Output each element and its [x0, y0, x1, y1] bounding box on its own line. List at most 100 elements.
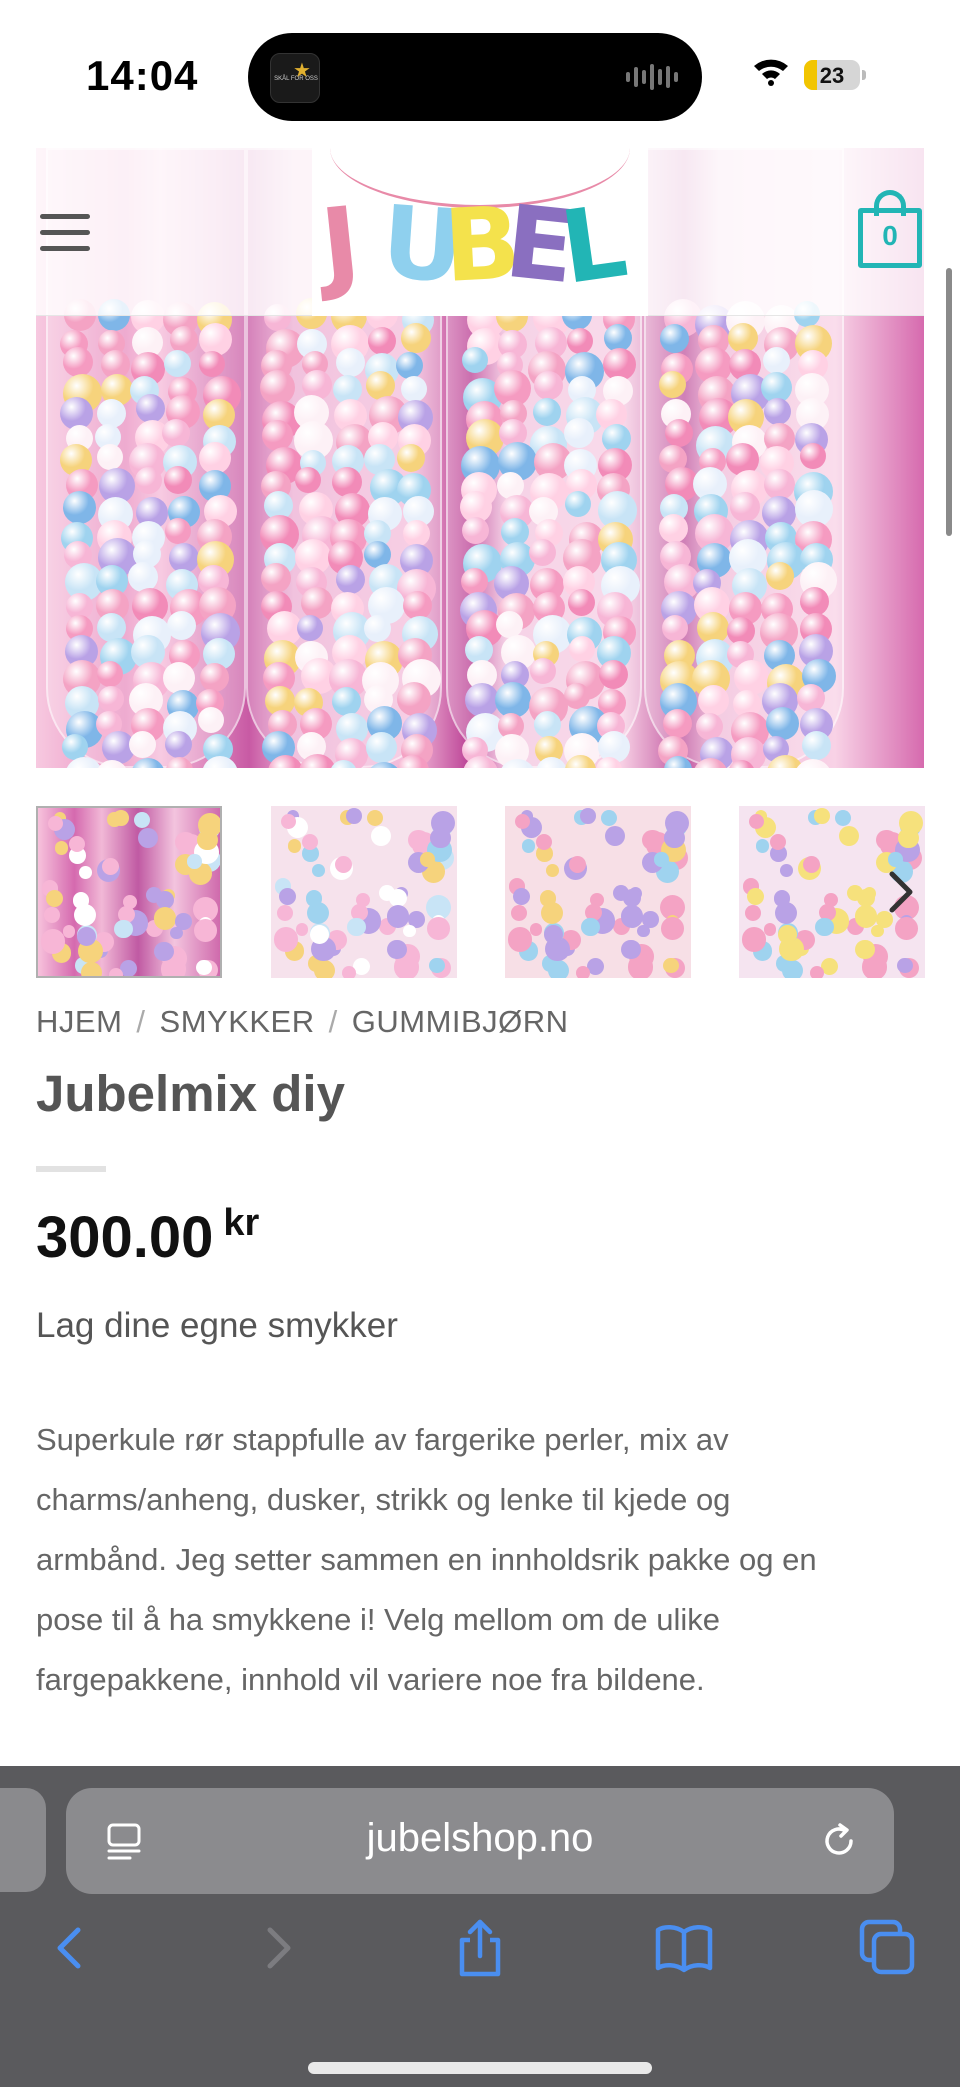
bead: [368, 326, 397, 355]
now-playing-app-icon: ★ SKÅL FOR OSS: [270, 53, 320, 103]
bead: [135, 394, 165, 424]
thumbnail-bead: [76, 926, 96, 946]
back-icon[interactable]: [40, 1918, 100, 1978]
description-line: Superkule rør stappfulle av fargerike pe…: [36, 1422, 729, 1457]
thumbnail-bead: [279, 887, 297, 905]
thumbnail-bead: [114, 919, 134, 939]
thumbnail-bead: [295, 923, 309, 936]
bead: [260, 562, 291, 593]
thumbnail-bead: [113, 809, 130, 826]
bead: [665, 418, 694, 447]
bead: [166, 611, 196, 641]
thumbnail-bead: [855, 940, 875, 960]
thumbnail-3[interactable]: [505, 806, 691, 978]
logo[interactable]: JUBEL: [312, 148, 648, 316]
bead: [564, 491, 591, 518]
bead: [135, 466, 163, 494]
chevron-right-icon[interactable]: [876, 846, 926, 936]
price-currency: kr: [223, 1202, 260, 1244]
thumbnail-bead: [780, 864, 794, 877]
bead: [97, 685, 124, 712]
bead: [762, 347, 790, 375]
thumbnail-bead: [379, 884, 396, 901]
title-divider: [36, 1166, 106, 1172]
thumbnail-bead: [79, 866, 93, 879]
breadcrumb-home[interactable]: HJEM: [36, 1004, 122, 1039]
thumbnail-bead: [314, 959, 336, 978]
thumbnail-bead: [642, 830, 663, 851]
thumbnail-bead: [146, 886, 163, 903]
thumbnail-bead: [763, 923, 777, 936]
description-line: armbånd. Jeg setter sammen en innholdsri…: [36, 1542, 817, 1577]
breadcrumb-gummy-bear[interactable]: GUMMIBJØRN: [352, 1004, 569, 1039]
reload-icon[interactable]: [818, 1820, 860, 1862]
thumbnail-bead: [420, 852, 435, 867]
description-line: charms/anheng, dusker, strikk og lenke t…: [36, 1482, 731, 1517]
thumbnail-bead: [511, 905, 528, 922]
previous-tab-preview[interactable]: [0, 1788, 46, 1892]
thumbnail-bead: [664, 827, 685, 849]
thumbnail-bead: [663, 957, 679, 973]
bead: [96, 443, 123, 470]
thumbnail-bead: [838, 826, 859, 847]
thumbnail-bead: [346, 807, 363, 824]
thumbnail-bead: [621, 940, 641, 960]
thumbnail-bead: [108, 967, 124, 976]
bead: [662, 614, 689, 641]
address-bar[interactable]: jubelshop.no: [66, 1788, 894, 1894]
description-line: pose til å ha smykkene i! Velg mellom om…: [36, 1602, 721, 1637]
thumbnail-bead: [546, 864, 560, 877]
share-icon[interactable]: [450, 1918, 510, 1978]
thumbnail-bead: [580, 807, 597, 824]
thumbnail-bead: [55, 841, 69, 855]
bead: [660, 324, 690, 354]
breadcrumb-jewelry[interactable]: SMYKKER: [160, 1004, 315, 1039]
thumbnail-bead: [514, 814, 530, 830]
thumbnail-2[interactable]: [271, 806, 457, 978]
bead: [96, 612, 126, 642]
thumbnail-bead: [814, 807, 831, 824]
product-title: Jubelmix diy: [36, 1065, 345, 1122]
bead: [295, 466, 322, 493]
bead: [529, 658, 556, 685]
thumbnail-bead: [170, 926, 184, 940]
home-indicator[interactable]: [308, 2062, 652, 2074]
bead: [461, 347, 488, 374]
thumbnail-bead: [773, 889, 791, 907]
bead: [163, 349, 191, 377]
bead: [163, 661, 196, 694]
menu-icon[interactable]: [40, 214, 90, 251]
thumbnail-bead: [637, 924, 651, 938]
thumbnail-bead: [403, 924, 417, 938]
thumbnail-bead: [81, 961, 103, 976]
thumbnail-bead: [513, 887, 531, 905]
tabs-icon[interactable]: [858, 1918, 918, 1978]
bead: [400, 375, 427, 402]
bead: [200, 662, 230, 692]
thumbnail-bead: [288, 839, 302, 853]
thumbnail-bead: [748, 814, 764, 830]
status-time: 14:04: [86, 52, 199, 99]
thumbnail-bead: [427, 916, 450, 940]
page-scrollbar[interactable]: [946, 268, 952, 536]
battery-icon: 23: [804, 60, 866, 90]
thumbnail-bead: [194, 918, 217, 942]
thumbnail-bead: [756, 839, 770, 853]
thumbnail-bead: [539, 889, 557, 907]
thumbnail-bead: [309, 924, 329, 944]
thumbnail-1[interactable]: [36, 806, 222, 978]
logo-letter: J: [315, 184, 366, 305]
audio-waveform-icon: [626, 63, 678, 91]
thumbnail-bead: [847, 884, 864, 901]
thumbnail-bead: [581, 917, 601, 937]
bookmarks-icon[interactable]: [654, 1918, 714, 1978]
bead: [799, 442, 826, 469]
bead: [164, 730, 192, 758]
thumbnail-bead: [747, 887, 765, 905]
product-description: Superkule rør stappfulle av fargerike pe…: [36, 1410, 906, 1710]
bead: [801, 731, 831, 761]
thumbnail-bead: [46, 889, 64, 907]
thumbnail-bead: [430, 827, 451, 849]
forward-icon[interactable]: [248, 1918, 308, 1978]
cart-button[interactable]: 0: [858, 190, 922, 270]
